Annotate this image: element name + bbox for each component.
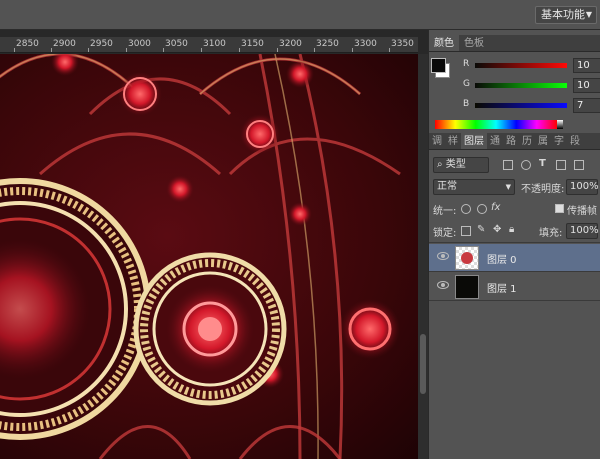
ruler-label: 3250: [316, 39, 339, 49]
blue-slider[interactable]: [475, 103, 567, 108]
lock-position-icon[interactable]: ✥: [493, 224, 501, 235]
tab-layers[interactable]: 图层: [461, 133, 487, 149]
vertical-scrollbar[interactable]: [418, 54, 428, 459]
color-panel: 颜色 色板 R 10 G 10 B 7: [429, 35, 600, 129]
color-spectrum-ramp[interactable]: [435, 120, 563, 129]
ruler-label: 3100: [203, 39, 226, 49]
ruler-label: 3150: [241, 39, 264, 49]
lock-label: 锁定:: [433, 228, 457, 239]
unify-style-icon[interactable]: fx: [491, 202, 500, 213]
green-label: G: [463, 79, 470, 89]
chevron-down-icon: ▼: [505, 183, 511, 191]
propagate-checkbox[interactable]: [555, 204, 564, 213]
layer-name[interactable]: 图层 0: [487, 251, 517, 266]
layer-row[interactable]: 图层 0: [429, 244, 600, 272]
lock-pixels-icon[interactable]: ✎: [477, 224, 485, 235]
layer-thumbnail: [455, 246, 479, 270]
blend-mode-dropdown[interactable]: 正常 ▼: [433, 179, 515, 195]
foreground-color-swatch[interactable]: [431, 58, 446, 73]
tab-history[interactable]: 历: [519, 133, 535, 149]
options-bar: 基本功能 ▼: [0, 0, 600, 30]
blue-value-input[interactable]: 7: [573, 98, 600, 113]
filter-type-icon[interactable]: T: [539, 158, 546, 169]
ruler-label: 3300: [354, 39, 377, 49]
workspace-switcher[interactable]: 基本功能 ▼: [535, 6, 597, 24]
blue-channel-row: B 7: [463, 98, 600, 114]
chevron-down-icon: ▼: [585, 10, 592, 19]
red-value-input[interactable]: 10: [573, 58, 600, 73]
unify-row: 统一: fx 传播帧: [429, 199, 600, 219]
green-value-input[interactable]: 10: [573, 78, 600, 93]
green-channel-row: G 10: [463, 78, 600, 94]
filter-kind-label: 类型: [445, 159, 466, 170]
red-channel-row: R 10: [463, 58, 600, 74]
layers-panel: 调 样 图层 通 路 历 属 字 段 ⌕ 类型 T 正常 ▼ 不透明度: 100…: [429, 133, 600, 459]
green-slider[interactable]: [475, 83, 567, 88]
ruler-label: 3200: [279, 39, 302, 49]
tab-adjustments[interactable]: 调: [429, 133, 445, 149]
ruler-label: 2950: [90, 39, 113, 49]
layer-filter-dropdown[interactable]: ⌕ 类型: [433, 157, 489, 173]
eye-icon[interactable]: [437, 252, 449, 260]
unify-visibility-icon[interactable]: [477, 204, 487, 214]
thumbnail-art: [461, 252, 473, 264]
tab-properties[interactable]: 属: [535, 133, 551, 149]
blend-mode-value: 正常: [437, 181, 457, 192]
ruler-label: 2900: [53, 39, 76, 49]
layer-thumbnail: [455, 275, 479, 299]
horizontal-ruler: 2850 2900 2950 3000 3050 3100 3150 3200 …: [0, 37, 418, 53]
filter-shape-icon[interactable]: [556, 160, 566, 170]
filter-pixel-icon[interactable]: [503, 160, 513, 170]
right-panel-dock: 颜色 色板 R 10 G 10 B 7 调 样 图层 通 路 历 属 字 段 ⌕…: [428, 30, 600, 459]
layer-name[interactable]: 图层 1: [487, 280, 517, 295]
ruler-label: 2850: [16, 39, 39, 49]
canvas-artwork[interactable]: [0, 54, 418, 459]
layers-panel-tabs: 调 样 图层 通 路 历 属 字 段: [429, 133, 600, 150]
fractal-image: [0, 54, 401, 459]
filter-adjustment-icon[interactable]: [521, 160, 531, 170]
tab-swatches[interactable]: 色板: [459, 35, 489, 51]
color-panel-tabs: 颜色 色板: [429, 35, 600, 52]
ruler-label: 3050: [165, 39, 188, 49]
layer-row[interactable]: 图层 1: [429, 273, 600, 301]
eye-icon[interactable]: [437, 281, 449, 289]
lock-row: 锁定: ✎ ✥ 🔒︎ 填充: 100%: [429, 221, 600, 243]
propagate-label: 传播帧: [567, 206, 597, 217]
search-icon: ⌕: [437, 159, 446, 170]
opacity-input[interactable]: 100%: [566, 179, 599, 195]
ruler-label: 3000: [128, 39, 151, 49]
tab-styles[interactable]: 样: [445, 133, 461, 149]
tab-character[interactable]: 字: [551, 133, 567, 149]
filter-smart-object-icon[interactable]: [574, 160, 584, 170]
lock-all-icon[interactable]: 🔒︎: [509, 224, 514, 235]
blue-label: B: [463, 99, 470, 109]
tab-color[interactable]: 颜色: [429, 35, 459, 51]
unify-label: 统一:: [433, 206, 457, 217]
tab-channels[interactable]: 通: [487, 133, 503, 149]
document-window: 2850 2900 2950 3000 3050 3100 3150 3200 …: [0, 30, 428, 459]
fill-label: 填充:: [539, 228, 563, 239]
red-slider[interactable]: [475, 63, 567, 68]
workspace-label: 基本功能: [541, 8, 585, 21]
blend-row: 正常 ▼ 不透明度: 100%: [429, 177, 600, 197]
filter-row: ⌕ 类型 T: [429, 155, 600, 175]
opacity-label: 不透明度:: [521, 184, 565, 195]
fill-input[interactable]: 100%: [566, 223, 599, 239]
scroll-thumb[interactable]: [420, 334, 426, 394]
black-white-ramp[interactable]: [557, 120, 563, 129]
lock-transparent-icon[interactable]: [461, 226, 471, 236]
tab-paths[interactable]: 路: [503, 133, 519, 149]
red-label: R: [463, 59, 470, 69]
unify-position-icon[interactable]: [461, 204, 471, 214]
ruler-label: 3350: [391, 39, 414, 49]
tab-paragraph[interactable]: 段: [567, 133, 583, 149]
